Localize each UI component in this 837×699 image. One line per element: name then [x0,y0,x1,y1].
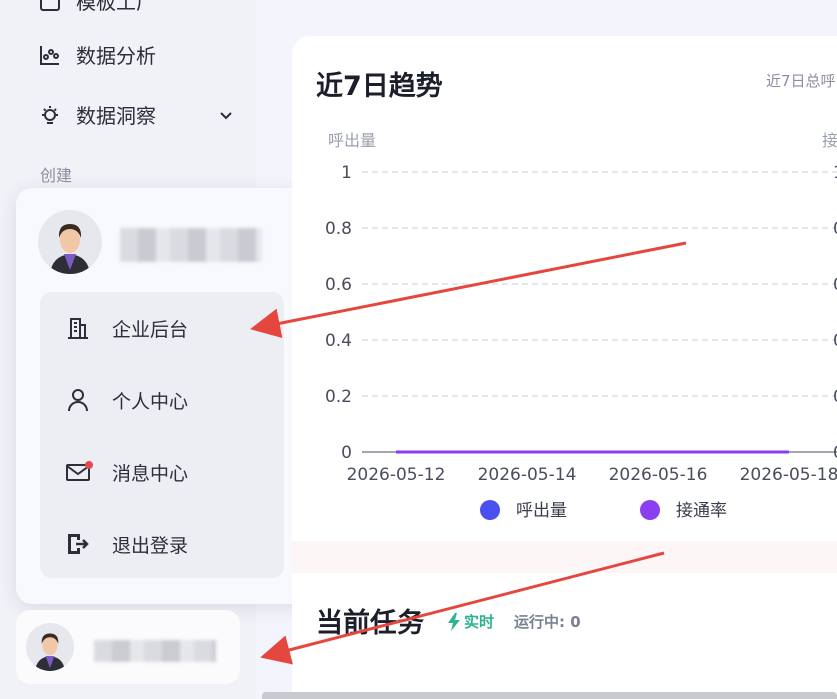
unread-badge [85,461,93,469]
y-right-tick-label: 0 [833,443,837,463]
trend-chart-card: 近7日趋势 近7日总呼 呼出量接110.800.600.400.20002026… [292,36,837,541]
menu-item-label: 个人中心 [112,390,189,413]
bulb-icon [38,103,62,127]
menu-item-personal-center[interactable]: 个人中心 [64,386,188,414]
x-tick-label: 2026-05-12 [347,465,446,485]
user-menu-dropdown: 企业后台 个人中心 消息中心 退出登录 [16,188,308,604]
running-status: 运行中: 0 [514,613,581,631]
x-tick-label: 2026-05-14 [478,465,577,485]
y-right-tick-label: 1 [833,163,837,183]
legend-marker [640,500,660,520]
x-tick-label: 2026-05-16 [609,465,708,485]
y-axis-right-label: 接 [822,131,837,150]
y-right-tick-label: 0 [833,219,837,239]
y-tick-label: 0.2 [325,387,352,407]
legend-marker [480,500,500,520]
y-tick-label: 0.4 [325,331,352,351]
y-axis-label: 呼出量 [328,131,376,150]
y-tick-label: 0.6 [325,275,352,295]
user-profile-card[interactable] [16,610,240,684]
task-card-title: 当前任务 [316,608,424,639]
avatar [26,623,74,671]
y-tick-label: 1 [341,163,352,183]
menu-item-enterprise-admin[interactable]: 企业后台 [64,314,188,342]
y-right-tick-label: 0 [833,387,837,407]
y-tick-label: 0.8 [325,219,352,239]
template-icon [38,0,62,13]
user-menu-list: 企业后台 个人中心 消息中心 退出登录 [40,292,284,578]
sidebar-item-template[interactable]: 模板工厂 [38,0,156,15]
divider-strip [292,541,837,573]
menu-item-label: 退出登录 [112,534,189,557]
horizontal-scrollbar[interactable] [262,692,837,699]
menu-item-label: 企业后台 [112,318,189,341]
sidebar-item-data-insight[interactable]: 数据洞察 [38,100,232,129]
user-icon [64,386,92,414]
y-right-tick-label: 0 [833,331,837,351]
username-redacted [94,640,216,662]
sidebar-item-label: 模板工厂 [76,0,156,14]
sidebar-item-data-analysis[interactable]: 数据分析 [38,40,156,69]
live-badge: 实时 [448,611,494,632]
avatar [38,210,102,274]
live-label: 实时 [464,613,495,631]
menu-item-message-center[interactable]: 消息中心 [64,458,188,486]
legend-label: 接通率 [676,501,727,521]
x-tick-label: 2026-05-18 [740,465,837,485]
logout-icon [64,530,92,558]
lightning-icon [448,612,460,631]
menu-item-logout[interactable]: 退出登录 [64,530,188,558]
chevron-down-icon[interactable] [218,104,234,120]
legend-label: 呼出量 [516,501,567,521]
trend-chart: 呼出量接110.800.600.400.20002026-05-122026-0… [325,131,837,521]
sidebar-item-label: 数据分析 [76,44,156,68]
sidebar-item-label: 数据洞察 [76,104,156,128]
chart-nodes-icon [38,43,62,67]
mail-icon [64,458,93,486]
section-label-create: 创建 [40,166,73,185]
username-redacted [120,228,262,262]
building-icon [64,314,92,342]
current-task-card: 当前任务 实时 运行中: 0 [292,573,837,699]
y-tick-label: 0 [341,443,352,463]
y-right-tick-label: 0 [833,275,837,295]
menu-item-label: 消息中心 [112,462,189,485]
